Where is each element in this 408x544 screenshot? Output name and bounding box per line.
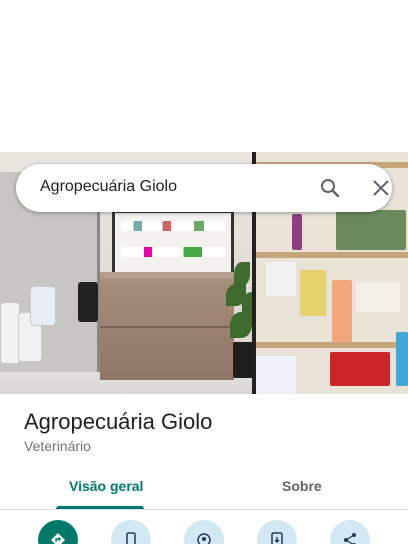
save-button[interactable] bbox=[184, 520, 224, 544]
maps-place-panel: Agropecuária Giolo Agropecuária Giolo Ve… bbox=[0, 0, 408, 544]
send-to-phone-button[interactable] bbox=[257, 520, 297, 544]
directions-button[interactable] bbox=[38, 520, 78, 544]
search-input[interactable]: Agropecuária Giolo bbox=[40, 178, 177, 196]
close-icon[interactable] bbox=[369, 176, 393, 200]
action-row bbox=[0, 520, 408, 544]
send-to-phone-icon bbox=[269, 532, 285, 544]
share-icon bbox=[342, 532, 358, 544]
place-tabs: Visão geral Sobre bbox=[0, 466, 408, 510]
search-icon[interactable] bbox=[318, 176, 342, 200]
save-icon bbox=[196, 532, 212, 544]
phone-button[interactable] bbox=[111, 520, 151, 544]
place-category[interactable]: Veterinário bbox=[24, 438, 91, 454]
tab-about[interactable]: Sobre bbox=[282, 478, 322, 494]
share-button[interactable] bbox=[330, 520, 370, 544]
search-bar[interactable]: Agropecuária Giolo bbox=[16, 164, 392, 212]
phone-icon bbox=[123, 532, 139, 544]
tab-selected-indicator bbox=[56, 506, 144, 509]
directions-icon bbox=[50, 532, 66, 544]
tab-overview[interactable]: Visão geral bbox=[69, 478, 143, 494]
place-title: Agropecuária Giolo bbox=[24, 409, 213, 434]
